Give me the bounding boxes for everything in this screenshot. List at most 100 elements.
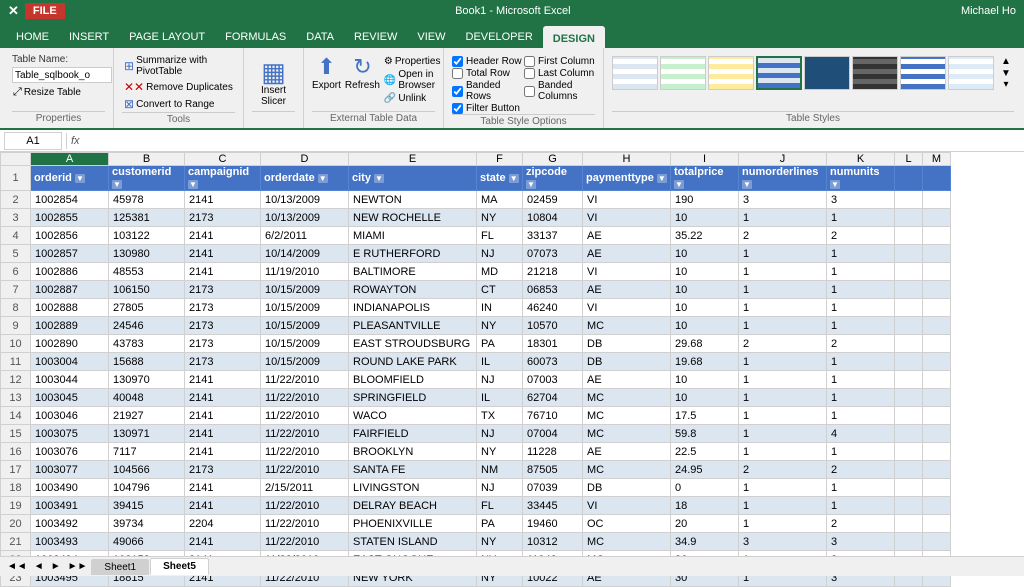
banded-rows-check[interactable]: Banded Rows [452,80,523,102]
data-cell[interactable]: 1 [827,245,895,263]
data-cell[interactable]: 4 [827,425,895,443]
data-cell[interactable]: 1 [739,389,827,407]
data-cell[interactable]: 10/15/2009 [261,299,349,317]
data-cell[interactable]: 21927 [109,407,185,425]
data-cell[interactable]: 1003492 [31,515,109,533]
data-cell[interactable]: 10570 [523,317,583,335]
data-cell[interactable]: 1002857 [31,245,109,263]
data-cell[interactable]: IL [477,389,523,407]
header-orderid[interactable]: orderid ▼ [31,166,109,191]
data-cell[interactable]: 1002856 [31,227,109,245]
data-cell[interactable]: AE [583,371,671,389]
data-cell[interactable]: 1 [827,299,895,317]
data-cell[interactable]: CT [477,281,523,299]
data-cell[interactable]: 2 [827,335,895,353]
data-cell[interactable]: 3 [827,191,895,209]
insert-slicer-btn[interactable]: ▦ Insert Slicer [257,57,290,109]
data-cell[interactable]: 10 [671,245,739,263]
data-cell[interactable]: 11/22/2010 [261,533,349,551]
data-cell[interactable]: 2 [739,461,827,479]
data-cell[interactable]: 1 [827,209,895,227]
data-cell[interactable]: 2141 [185,227,261,245]
data-cell[interactable]: FL [477,227,523,245]
data-cell[interactable]: MC [583,317,671,335]
style-preview-2[interactable] [660,56,706,90]
data-cell[interactable]: 1003075 [31,425,109,443]
data-cell[interactable]: 18 [671,497,739,515]
data-cell[interactable]: 10 [671,209,739,227]
data-cell[interactable]: 11/22/2010 [261,407,349,425]
data-cell[interactable]: 2173 [185,335,261,353]
data-cell[interactable]: NY [477,209,523,227]
data-cell[interactable]: 45978 [109,191,185,209]
data-cell[interactable]: AE [583,245,671,263]
data-cell[interactable]: 1 [739,425,827,443]
data-cell[interactable]: STATEN ISLAND [349,533,477,551]
export-btn[interactable]: ⬆ Export [312,54,341,91]
data-cell[interactable]: 1 [739,497,827,515]
unlink-btn[interactable]: 🔗 Unlink [384,93,441,104]
data-cell[interactable]: 10 [671,317,739,335]
data-cell[interactable]: 21218 [523,263,583,281]
data-cell[interactable]: 1 [739,407,827,425]
data-cell[interactable]: 104566 [109,461,185,479]
data-cell[interactable]: 1003044 [31,371,109,389]
data-cell[interactable]: 11/22/2010 [261,371,349,389]
data-cell[interactable]: MC [583,407,671,425]
data-cell[interactable]: 07039 [523,479,583,497]
data-cell[interactable]: 1 [827,389,895,407]
data-cell[interactable]: 1002888 [31,299,109,317]
col-header-i[interactable]: I [671,153,739,166]
data-cell[interactable]: 1 [827,263,895,281]
data-cell[interactable]: NY [477,443,523,461]
data-cell[interactable]: 104796 [109,479,185,497]
data-cell[interactable]: 1 [827,407,895,425]
col-header-l[interactable]: L [895,153,923,166]
data-cell[interactable]: 10312 [523,533,583,551]
data-cell[interactable]: NEW ROCHELLE [349,209,477,227]
data-cell[interactable]: 10/15/2009 [261,281,349,299]
col-header-j[interactable]: J [739,153,827,166]
data-cell[interactable]: 10/13/2009 [261,191,349,209]
summarize-pivot-btn[interactable]: ⊞ Summarize with PivotTable [122,54,235,78]
data-cell[interactable]: NM [477,461,523,479]
data-cell[interactable]: PA [477,335,523,353]
data-cell[interactable]: 33445 [523,497,583,515]
style-scroll-down[interactable]: ▲ ▼ ▾ [998,56,1014,90]
data-cell[interactable]: 2173 [185,299,261,317]
data-cell[interactable]: 2 [827,515,895,533]
data-cell[interactable]: VI [583,263,671,281]
data-cell[interactable]: 2141 [185,407,261,425]
data-cell[interactable]: 130970 [109,371,185,389]
style-preview-4[interactable] [756,56,802,90]
data-cell[interactable]: 1003046 [31,407,109,425]
table-name-input[interactable] [12,67,112,83]
data-cell[interactable]: NEWTON [349,191,477,209]
data-cell[interactable]: 06853 [523,281,583,299]
data-cell[interactable]: MIAMI [349,227,477,245]
data-cell[interactable]: 11/22/2010 [261,461,349,479]
data-cell[interactable]: SPRINGFIELD [349,389,477,407]
data-cell[interactable]: 2 [739,335,827,353]
data-cell[interactable]: 1 [739,317,827,335]
data-cell[interactable]: 1 [827,281,895,299]
header-row-check[interactable]: Header Row [452,56,523,67]
data-cell[interactable]: 1003004 [31,353,109,371]
data-cell[interactable]: 48553 [109,263,185,281]
data-cell[interactable]: 1 [739,281,827,299]
data-cell[interactable]: INDIANAPOLIS [349,299,477,317]
data-cell[interactable]: 2141 [185,245,261,263]
file-menu-item[interactable]: FILE [25,3,65,19]
data-cell[interactable]: 10 [671,371,739,389]
data-cell[interactable]: FAIRFIELD [349,425,477,443]
data-cell[interactable]: 106150 [109,281,185,299]
sheet-nav-right[interactable]: ►► [65,561,91,572]
data-cell[interactable]: MA [477,191,523,209]
data-cell[interactable]: 1 [739,245,827,263]
data-cell[interactable]: 2173 [185,281,261,299]
tab-view[interactable]: VIEW [407,26,455,48]
data-cell[interactable]: 190 [671,191,739,209]
data-cell[interactable]: AE [583,281,671,299]
data-cell[interactable]: 76710 [523,407,583,425]
data-cell[interactable]: 1 [739,263,827,281]
